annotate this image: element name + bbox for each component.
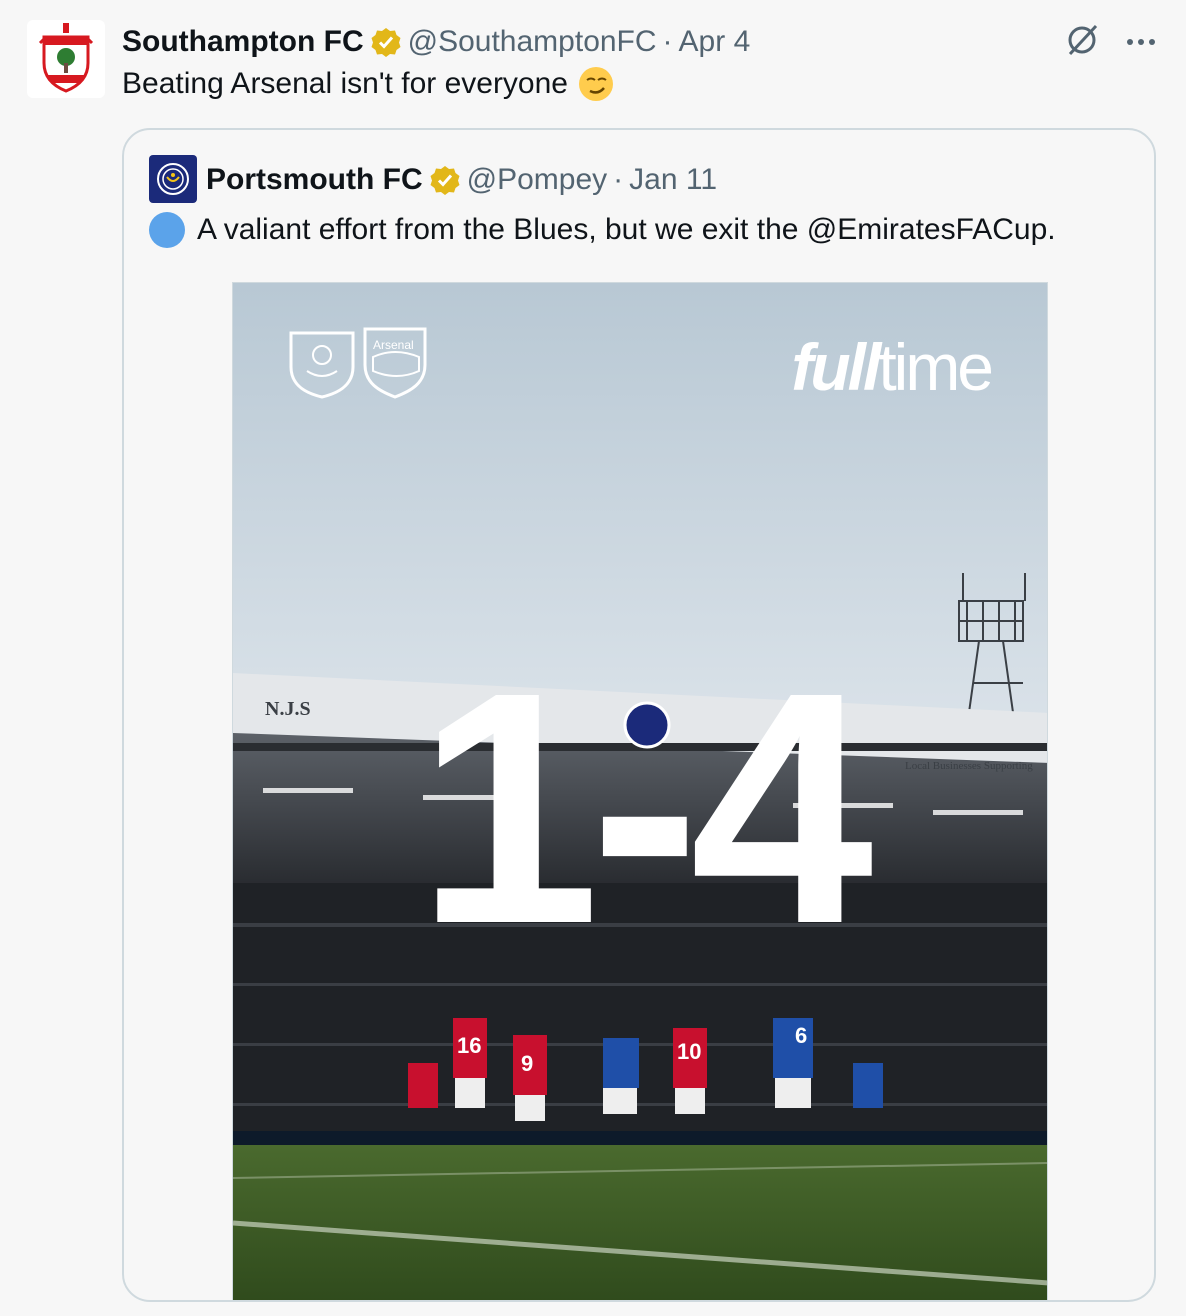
- quoted-verified-badge-icon[interactable]: [429, 164, 461, 196]
- full-time-bold: full: [791, 330, 881, 404]
- full-time-light: time: [878, 330, 994, 404]
- tweet-actions: [1064, 22, 1156, 63]
- final-score: 1-4: [416, 623, 874, 992]
- smirking-face-icon: [578, 66, 614, 102]
- jersey-number-1: 16: [457, 1033, 481, 1058]
- full-time-headline: fulltime: [791, 329, 994, 405]
- quoted-tweet-card[interactable]: Portsmouth FC @Pompey · Jan 11 A valiant…: [122, 128, 1156, 1302]
- quoted-text: A valiant effort from the Blues, but we …: [149, 212, 1056, 248]
- portsmouth-avatar[interactable]: [149, 155, 197, 203]
- quoted-header: Portsmouth FC @Pompey · Jan 11: [206, 160, 717, 200]
- southampton-avatar[interactable]: [27, 20, 105, 98]
- verified-badge-icon[interactable]: [370, 26, 402, 58]
- full-time-graphic[interactable]: 16 9 10 6 N.J.S Local Businesses Support…: [232, 282, 1048, 1300]
- quoted-author-name[interactable]: Portsmouth FC: [206, 163, 423, 197]
- quoted-separator-dot: ·: [613, 163, 624, 196]
- blue-circle-icon: [149, 212, 185, 248]
- quoted-body: A valiant effort from the Blues, but we …: [197, 213, 1056, 246]
- quoted-date[interactable]: Jan 11: [629, 163, 717, 197]
- more-options-icon[interactable]: [1126, 34, 1156, 52]
- tweet-header: Southampton FC @SouthamptonFC · Apr 4: [122, 22, 750, 62]
- grok-icon[interactable]: [1064, 22, 1100, 63]
- separator-dot: ·: [662, 25, 673, 58]
- jersey-number-4: 6: [795, 1023, 807, 1048]
- tweet-body: Beating Arsenal isn't for everyone: [122, 67, 568, 100]
- author-handle[interactable]: @SouthamptonFC: [408, 25, 657, 59]
- quoted-handle[interactable]: @Pompey: [467, 163, 608, 197]
- jersey-number-3: 10: [677, 1039, 701, 1064]
- author-name[interactable]: Southampton FC: [122, 25, 364, 59]
- arsenal-crest-label: Arsenal: [373, 338, 414, 352]
- tweet-text: Beating Arsenal isn't for everyone: [122, 66, 614, 102]
- portsmouth-crest-icon: [157, 163, 189, 195]
- southampton-crest-icon: [38, 23, 94, 93]
- tweet-date[interactable]: Apr 4: [679, 25, 751, 59]
- jersey-number-2: 9: [521, 1051, 533, 1076]
